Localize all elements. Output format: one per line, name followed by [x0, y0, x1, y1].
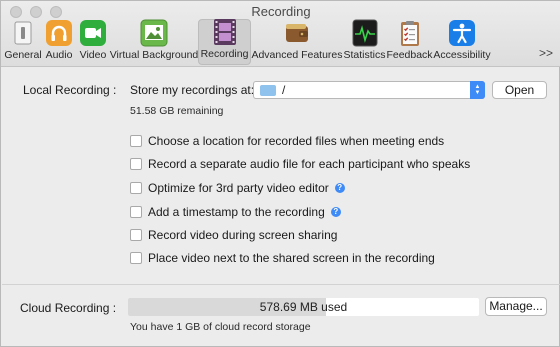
picture-icon: [140, 19, 168, 47]
recording-location-path: /: [282, 83, 286, 97]
tab-recording[interactable]: Recording: [198, 19, 251, 65]
activity-monitor-icon: [351, 19, 379, 47]
tab-advanced-features[interactable]: Advanced Features: [251, 19, 343, 65]
section-divider: [2, 284, 560, 285]
chevron-up-down-icon[interactable]: ▲ ▼: [470, 81, 485, 99]
checkbox-separate-audio[interactable]: [130, 158, 142, 170]
local-recording-label: Local Recording :: [23, 83, 117, 97]
video-camera-icon: [79, 19, 107, 47]
help-icon[interactable]: ?: [334, 183, 345, 193]
option-label: Choose a location for recorded files whe…: [148, 134, 445, 148]
option-timestamp[interactable]: Add a timestamp to the recording ?: [130, 205, 341, 219]
option-place-video-next[interactable]: Place video next to the shared screen in…: [130, 251, 435, 265]
option-label: Optimize for 3rd party video editor: [148, 181, 329, 195]
option-label: Record video during screen sharing: [148, 228, 338, 242]
cloud-usage-text: 578.69 MB used: [259, 300, 348, 314]
manage-cloud-button[interactable]: Manage...: [485, 297, 547, 316]
option-label: Record a separate audio file for each pa…: [148, 157, 471, 171]
cloud-recording-label: Cloud Recording :: [20, 301, 117, 315]
tab-video[interactable]: Video: [76, 19, 110, 65]
tab-recording-label: Recording: [200, 48, 249, 60]
toolbar-overflow-button[interactable]: >>: [539, 46, 553, 60]
option-separate-audio[interactable]: Record a separate audio file for each pa…: [130, 157, 470, 171]
option-label: Add a timestamp to the recording: [148, 205, 325, 219]
tab-accessibility[interactable]: Accessibility: [433, 19, 491, 65]
headphones-icon: [45, 19, 73, 47]
cloud-usage-bar: 578.69 MB used: [128, 298, 479, 316]
checkbox-choose-location[interactable]: [130, 135, 142, 147]
help-icon[interactable]: ?: [330, 207, 341, 217]
tab-feedback[interactable]: Feedback: [386, 19, 433, 65]
tab-audio[interactable]: Audio: [42, 19, 76, 65]
option-optimize-editor[interactable]: Optimize for 3rd party video editor ?: [130, 181, 345, 195]
open-folder-button[interactable]: Open: [492, 81, 547, 99]
tab-feedback-label: Feedback: [386, 49, 433, 61]
cloud-storage-note: You have 1 GB of cloud record storage: [130, 321, 311, 333]
preferences-toolbar: General Audio Video Virtual Background R…: [4, 19, 491, 65]
tab-general[interactable]: General: [4, 19, 42, 65]
option-video-screen-share[interactable]: Record video during screen sharing: [130, 228, 337, 242]
storage-remaining: 51.58 GB remaining: [130, 105, 224, 117]
tab-accessibility-label: Accessibility: [433, 49, 491, 61]
option-choose-location[interactable]: Choose a location for recorded files whe…: [130, 134, 444, 148]
recording-location-select[interactable]: / ▲ ▼: [253, 81, 485, 99]
general-icon: [9, 19, 37, 47]
tab-virtual-background[interactable]: Virtual Background: [110, 19, 198, 65]
tab-statistics[interactable]: Statistics: [343, 19, 386, 65]
tab-audio-label: Audio: [45, 49, 73, 61]
checkbox-video-screen-share[interactable]: [130, 229, 142, 241]
folder-icon: [260, 84, 276, 96]
window-title: Recording: [251, 4, 311, 19]
clipboard-checklist-icon: [396, 19, 424, 47]
preferences-window: Recording General Audio Video Virtual Ba…: [0, 0, 560, 347]
checkbox-timestamp[interactable]: [130, 206, 142, 218]
title-toolbar-area: Recording General Audio Video Virtual Ba…: [1, 1, 560, 67]
tab-statistics-label: Statistics: [343, 49, 386, 61]
wallet-icon: [283, 19, 311, 47]
tab-virtual-background-label: Virtual Background: [109, 49, 199, 61]
tab-video-label: Video: [79, 49, 107, 61]
checkbox-optimize-editor[interactable]: [130, 182, 142, 194]
tab-advanced-features-label: Advanced Features: [251, 49, 343, 61]
checkbox-place-video-next[interactable]: [130, 252, 142, 264]
store-location-label: Store my recordings at:: [130, 83, 255, 97]
tab-general-label: General: [4, 49, 42, 61]
accessibility-icon: [448, 19, 476, 47]
option-label: Place video next to the shared screen in…: [148, 251, 435, 265]
film-strip-icon: [211, 18, 239, 46]
